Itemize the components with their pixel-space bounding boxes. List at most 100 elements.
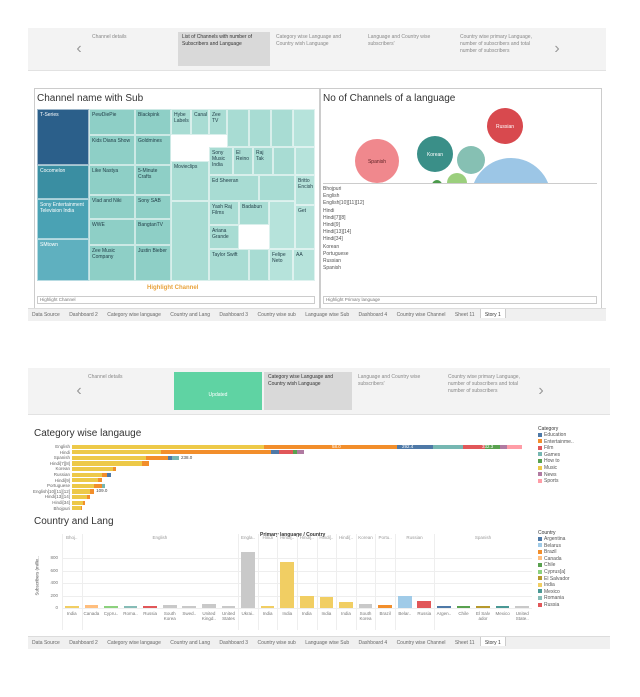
treemap-cell[interactable]: Zee TV <box>209 109 227 135</box>
category-bar-segment[interactable] <box>72 466 113 472</box>
treemap-cell[interactable]: SMtown <box>37 239 89 281</box>
country-bar[interactable] <box>84 604 99 608</box>
treemap-cell[interactable] <box>259 175 295 201</box>
story-point-1[interactable]: Channel details <box>88 32 176 66</box>
treemap-cell[interactable]: Felipe Neto <box>269 249 293 281</box>
category-bar-segment[interactable] <box>499 444 508 449</box>
tab-country-wise-sub[interactable]: Country wise sub <box>253 637 299 646</box>
treemap-cell[interactable] <box>295 147 315 175</box>
category-bar-segment[interactable] <box>72 506 81 511</box>
tab-sheet-11[interactable]: Sheet 11 <box>451 309 479 318</box>
country-legend-item[interactable]: El Salvador <box>538 576 604 583</box>
treemap-cell[interactable]: Ariana Grande <box>209 225 239 249</box>
tab-country-wise-channel[interactable]: Country wise Channel <box>393 637 450 646</box>
category-bar-segment[interactable] <box>72 461 143 466</box>
country-bar[interactable] <box>515 605 530 608</box>
treemap-cell[interactable]: Raj Tak <box>253 147 273 175</box>
category-bar-segment[interactable] <box>297 450 305 455</box>
country-legend-item[interactable]: Canada <box>538 556 604 563</box>
language-item[interactable]: Bhojpuri <box>323 186 597 193</box>
country-bar[interactable] <box>456 605 471 608</box>
country-bar[interactable] <box>221 605 236 608</box>
category-bar-segment[interactable] <box>83 500 86 505</box>
category-legend-item[interactable]: News <box>538 472 604 479</box>
tab-story-1[interactable]: Story 1 <box>479 309 506 318</box>
country-bar[interactable] <box>104 605 118 608</box>
country-bar[interactable] <box>476 605 490 608</box>
country-bar[interactable] <box>260 605 275 608</box>
treemap-cell[interactable] <box>273 147 295 175</box>
tab-data-source[interactable]: Data Source <box>28 637 64 646</box>
category-bar-segment[interactable] <box>72 450 161 455</box>
language-item[interactable]: Russian <box>323 258 597 265</box>
treemap-cell[interactable]: Vlad and Niki <box>89 195 135 219</box>
language-item[interactable]: Hindi <box>323 208 597 215</box>
category-bar-segment[interactable] <box>507 444 522 449</box>
category-legend-item[interactable]: Education <box>538 432 604 439</box>
next-story-arrow-icon[interactable]: › <box>534 382 548 400</box>
story-point-1[interactable]: Channel details <box>84 372 172 410</box>
country-legend-item[interactable]: Argentina <box>538 536 604 543</box>
country-bar[interactable] <box>417 600 432 608</box>
tab-category-wise-language[interactable]: Category wise language <box>103 309 165 318</box>
country-bar[interactable] <box>241 552 255 608</box>
language-item[interactable]: English[10][11][12] <box>323 200 597 207</box>
country-legend-item[interactable]: Brazil <box>538 549 604 556</box>
language-item[interactable]: Portuguese <box>323 251 597 258</box>
country-bar[interactable] <box>495 605 510 608</box>
treemap-cell[interactable]: Britto Encish <box>295 175 315 205</box>
country-bar[interactable] <box>319 596 334 608</box>
category-bar-segment[interactable] <box>72 444 264 449</box>
treemap-cell[interactable]: PewDiePie <box>89 109 135 135</box>
treemap-cell[interactable]: Get <box>295 205 315 249</box>
treemap-cell[interactable]: Justin Bieber <box>135 245 171 281</box>
category-legend-item[interactable]: Music <box>538 465 604 472</box>
treemap-cell[interactable]: Blackpink <box>135 109 171 135</box>
country-bar[interactable] <box>358 604 373 608</box>
category-bar-segment[interactable] <box>107 472 112 477</box>
treemap-cell[interactable]: Badabun <box>239 201 269 225</box>
tab-country-and-lang[interactable]: Country and Lang <box>166 309 214 318</box>
language-item[interactable]: Spanish <box>323 265 597 272</box>
category-bar-segment[interactable] <box>80 506 83 511</box>
country-bar[interactable] <box>202 604 216 608</box>
next-story-arrow-icon[interactable]: › <box>550 40 564 58</box>
category-bar-segment[interactable] <box>72 478 98 483</box>
treemap-cell[interactable]: Canal <box>191 109 209 135</box>
category-bar-segment[interactable] <box>145 455 168 461</box>
tab-country-and-lang[interactable]: Country and Lang <box>166 637 214 646</box>
treemap-cell[interactable]: BangtanTV <box>135 219 171 245</box>
category-bar-segment[interactable] <box>160 450 272 455</box>
tab-dashboard-4[interactable]: Dashboard 4 <box>355 637 392 646</box>
country-legend-item[interactable]: Romania <box>538 595 604 602</box>
treemap-cell[interactable]: Sony Music India <box>209 147 233 175</box>
story-point-2[interactable]: Updated <box>174 372 262 410</box>
story-point-4[interactable]: Language and Country wise subscribers' <box>364 32 454 66</box>
category-bar-segment[interactable] <box>171 455 179 461</box>
category-bar-segment[interactable] <box>86 494 91 500</box>
country-legend-item[interactable]: India <box>538 582 604 589</box>
language-item[interactable]: Hindi[34] <box>323 236 597 243</box>
category-bar-segment[interactable] <box>263 444 397 449</box>
category-legend-item[interactable]: Games <box>538 452 604 459</box>
tab-dashboard-4[interactable]: Dashboard 4 <box>355 309 392 318</box>
country-bar[interactable] <box>280 561 295 608</box>
category-bar-segment[interactable] <box>72 500 84 505</box>
language-item[interactable]: Hindi[7][8] <box>323 215 597 222</box>
treemap-cell[interactable]: Sony SAB <box>135 195 171 219</box>
tab-sheet-11[interactable]: Sheet 11 <box>451 637 479 646</box>
treemap-cell[interactable]: Goldmines <box>135 135 171 165</box>
highlight-channel-input[interactable]: Highlight Channel <box>37 296 315 304</box>
prev-story-arrow-icon[interactable]: ‹ <box>72 40 86 58</box>
tab-dashboard-2[interactable]: Dashboard 2 <box>65 309 102 318</box>
story-point-2[interactable]: List of Channels with number of Subscrib… <box>178 32 270 66</box>
treemap-cell[interactable]: WWE <box>89 219 135 245</box>
language-item[interactable]: Hindi[9] <box>323 222 597 229</box>
treemap-cell[interactable]: 5-Minute Crafts <box>135 165 171 195</box>
story-point-3[interactable]: Category wise Language and Country wish … <box>264 372 352 410</box>
treemap-cell[interactable]: Hybe Labels <box>171 109 191 135</box>
story-point-5[interactable]: Country wise primary Language, number of… <box>456 32 548 66</box>
tab-dashboard-2[interactable]: Dashboard 2 <box>65 637 102 646</box>
category-legend-item[interactable]: Sports <box>538 478 604 485</box>
tab-category-wise-language[interactable]: Category wise langauge <box>103 637 165 646</box>
